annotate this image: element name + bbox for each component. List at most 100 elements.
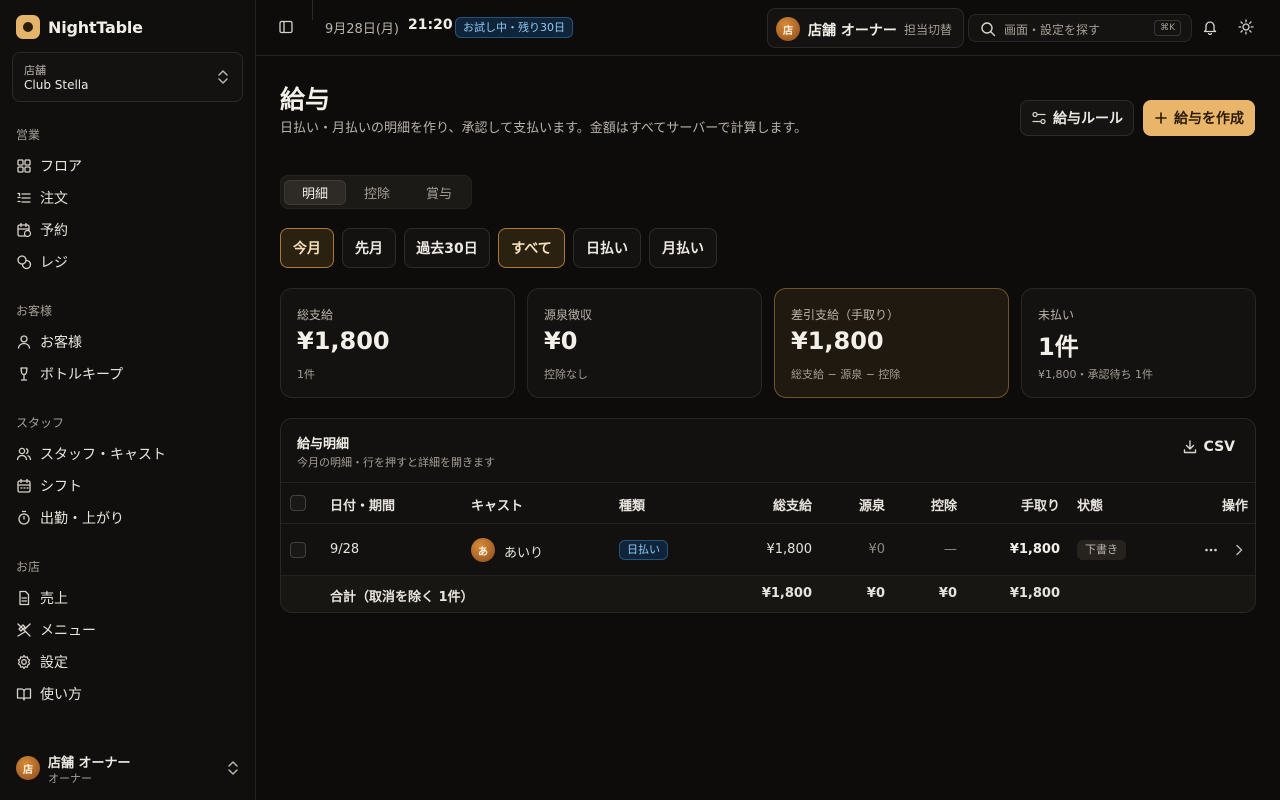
column-header[interactable]: 種類	[619, 495, 645, 514]
search-shortcut: ⌘K	[1154, 20, 1181, 36]
nav-item-menu[interactable]: メニュー	[16, 618, 96, 642]
brand[interactable]: NightTable	[16, 15, 143, 39]
avatar: 店	[16, 756, 40, 780]
payroll-rules-button[interactable]: 給与ルール	[1020, 100, 1134, 136]
nav-item-shifts[interactable]: シフト	[16, 474, 82, 498]
nav-item-customers[interactable]: お客様	[16, 330, 82, 354]
nav-item-label: お客様	[40, 335, 82, 351]
footer-deduction: ¥0	[938, 586, 957, 601]
summary-label: 差引支給（手取り）	[791, 308, 900, 322]
current-date: 9月28日(月)	[325, 22, 399, 37]
nav-item-label: シフト	[40, 479, 82, 495]
nav-item-register[interactable]: レジ	[16, 250, 68, 274]
topbar: 9月28日(月) 21:20 お試し中・残り30日 店 店舗 オーナー 担当切替…	[256, 0, 1280, 56]
nav-item-help[interactable]: 使い方	[16, 682, 82, 706]
row-deduction: —	[944, 542, 957, 557]
row-gross: ¥1,800	[766, 542, 813, 557]
calendar-icon	[17, 478, 31, 493]
row-cast: あいり	[504, 546, 544, 561]
row-checkbox[interactable]	[290, 542, 306, 558]
footer-label: 合計（取消を除く 1件）	[330, 590, 474, 605]
chevron-right-icon[interactable]	[1231, 542, 1247, 558]
nav-group-customers: お客様	[16, 304, 53, 318]
filter-type-all[interactable]: すべて	[498, 228, 565, 268]
nav-item-floor[interactable]: フロア	[16, 154, 82, 178]
staff-switcher[interactable]: 店 店舗 オーナー 担当切替	[767, 8, 964, 48]
gear-icon	[17, 654, 31, 670]
summary-label: 源泉徴収	[544, 308, 593, 322]
nav-item-sales[interactable]: 売上	[16, 586, 68, 610]
user-name: 店舗 オーナー	[48, 756, 131, 771]
current-time: 21:20	[408, 17, 453, 33]
user-icon	[17, 335, 31, 349]
summary-sub: 1件	[297, 368, 315, 381]
search-input[interactable]: 画面・設定を探す ⌘K	[968, 14, 1192, 42]
filter-type-monthly[interactable]: 月払い	[649, 228, 717, 268]
create-payroll-button[interactable]: 給与を作成	[1143, 100, 1255, 136]
footer-net: ¥1,800	[1009, 586, 1060, 601]
more-horizontal-icon[interactable]	[1203, 542, 1219, 558]
nav-item-label: 出勤・上がり	[40, 511, 124, 527]
table-title: 給与明細	[297, 437, 350, 452]
column-header[interactable]: 源泉	[859, 495, 885, 514]
store-selector[interactable]: 店舗 Club Stella	[12, 52, 243, 102]
nav-item-bottle-keep[interactable]: ボトルキープ	[16, 362, 123, 386]
nav-item-label: ボトルキープ	[40, 367, 124, 383]
avatar: 店	[776, 17, 800, 41]
tab-bonuses[interactable]: 賞与	[408, 180, 470, 205]
divider	[312, 0, 313, 20]
column-header[interactable]: 総支給	[773, 495, 812, 514]
bell-icon[interactable]	[1202, 19, 1218, 35]
summary-card-net: 差引支給（手取り） ¥1,800 総支給 − 源泉 − 控除	[774, 288, 1009, 398]
filter-this-month[interactable]: 今月	[280, 228, 334, 268]
sliders-icon	[1032, 111, 1046, 125]
filter-last-month[interactable]: 先月	[342, 228, 396, 268]
summary-value: ¥1,800	[297, 327, 390, 355]
list-ordered-icon	[17, 192, 31, 203]
nav-item-label: 売上	[40, 591, 68, 607]
chevron-updown-icon	[228, 761, 238, 775]
table-row[interactable]: 9/28 あ あいり 日払い ¥1,800 ¥0 — ¥1,800 下書き	[281, 524, 1255, 576]
utensils-crossed-icon	[17, 623, 31, 637]
column-header[interactable]: 状態	[1077, 495, 1103, 514]
toggle-sidebar-button[interactable]	[276, 16, 296, 38]
nav-item-orders[interactable]: 注文	[16, 186, 68, 210]
column-header[interactable]: 控除	[931, 495, 957, 514]
table-header: 日付・期間 キャスト 種類 総支給 源泉 控除 手取り 状態 操作	[281, 482, 1255, 524]
tab-statements[interactable]: 明細	[284, 180, 346, 205]
filter-type-daily[interactable]: 日払い	[573, 228, 641, 268]
summary-sub: 控除なし	[544, 368, 588, 381]
store-selector-label: 店舗	[24, 64, 46, 77]
nav-item-staff-cast[interactable]: スタッフ・キャスト	[16, 442, 166, 466]
page-title: 給与	[280, 85, 331, 114]
payroll-tabs: 明細 控除 賞与	[280, 175, 472, 209]
column-header[interactable]: 日付・期間	[330, 495, 395, 514]
user-menu[interactable]: 店 店舗 オーナー オーナー	[16, 752, 240, 785]
nav-item-label: 注文	[40, 191, 68, 207]
nav-item-label: フロア	[40, 159, 82, 175]
summary-card-unpaid: 未払い 1件 ¥1,800・承認待ち 1件	[1021, 288, 1256, 398]
summary-label: 未払い	[1038, 308, 1075, 322]
summary-sub: 総支給 − 源泉 − 控除	[791, 368, 901, 381]
row-date: 9/28	[330, 542, 360, 557]
nav-item-reservations[interactable]: 予約	[16, 218, 68, 242]
column-header[interactable]: キャスト	[471, 495, 523, 514]
sun-icon[interactable]	[1238, 19, 1254, 35]
nav-item-label: 設定	[40, 655, 68, 671]
switch-staff-label: 担当切替	[904, 23, 953, 37]
summary-label: 総支給	[297, 308, 334, 322]
summary-card-withholding: 源泉徴収 ¥0 控除なし	[527, 288, 762, 398]
csv-export-button[interactable]: CSV	[1182, 439, 1235, 455]
nav-group-sales: 営業	[16, 128, 41, 142]
page-description: 日払い・月払いの明細を作り、承認して支払います。金額はすべてサーバーで計算します…	[280, 121, 808, 136]
filter-last-30-days[interactable]: 過去30日	[404, 228, 490, 268]
nav-group-staff: スタッフ	[16, 416, 65, 430]
tab-deductions[interactable]: 控除	[346, 180, 408, 205]
trial-badge: お試し中・残り30日	[455, 17, 573, 38]
row-withholding: ¥0	[868, 542, 885, 557]
column-header[interactable]: 手取り	[1021, 495, 1060, 514]
users-icon	[16, 447, 32, 461]
nav-item-attendance[interactable]: 出勤・上がり	[16, 506, 124, 530]
select-all-checkbox[interactable]	[290, 495, 306, 511]
nav-item-settings[interactable]: 設定	[16, 650, 68, 674]
